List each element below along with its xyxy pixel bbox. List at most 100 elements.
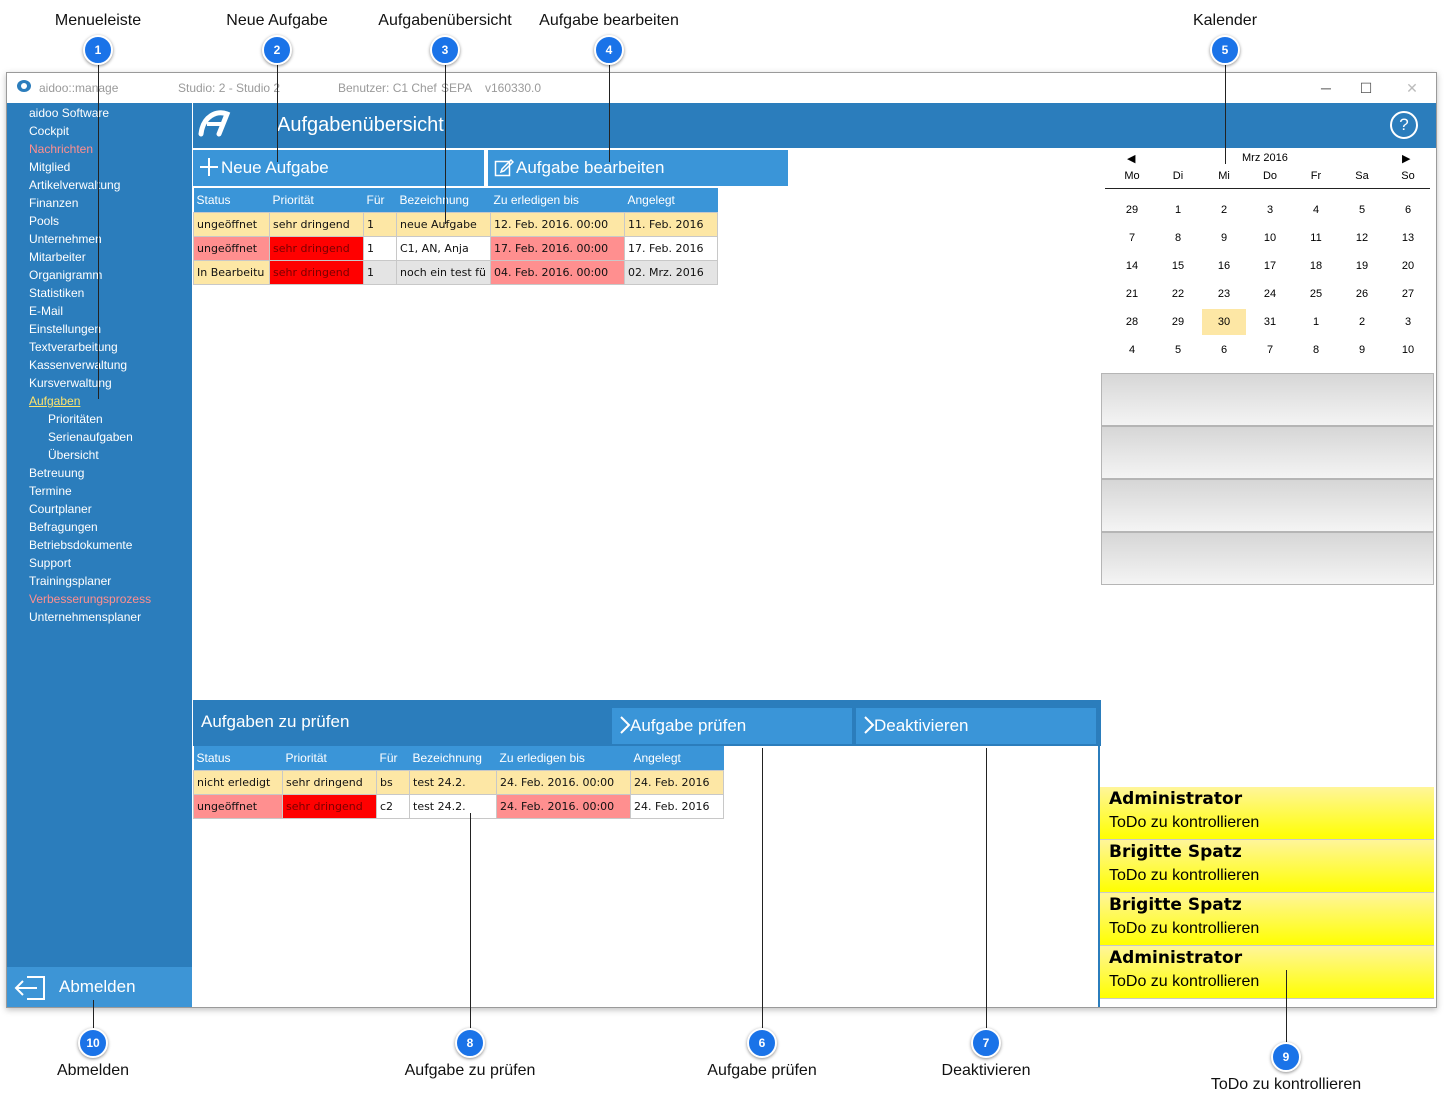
column-header-status[interactable]: Status xyxy=(193,746,283,770)
column-header-status[interactable]: Status xyxy=(193,188,270,212)
edit-task-button[interactable]: Aufgabe bearbeiten xyxy=(488,150,788,186)
sidebar-item-finanzen[interactable]: Finanzen xyxy=(29,196,78,210)
calendar-day[interactable]: 17 xyxy=(1248,253,1292,279)
column-header-bezeichnung[interactable]: Bezeichnung xyxy=(409,746,497,770)
sidebar-item-kursverwaltung[interactable]: Kursverwaltung xyxy=(29,376,112,390)
calendar-day[interactable]: 2 xyxy=(1340,309,1384,335)
sidebar-item-organigramm[interactable]: Organigramm xyxy=(29,268,102,282)
calendar-day[interactable]: 19 xyxy=(1340,253,1384,279)
calendar-day[interactable]: 27 xyxy=(1386,281,1430,307)
help-button[interactable]: ? xyxy=(1390,111,1418,139)
calendar-day[interactable]: 10 xyxy=(1248,225,1292,251)
minimize-button[interactable]: ─ xyxy=(1304,77,1348,99)
calendar-day[interactable]: 13 xyxy=(1386,225,1430,251)
sidebar-item-mitglied[interactable]: Mitglied xyxy=(29,160,70,174)
calendar-day[interactable]: 16 xyxy=(1202,253,1246,279)
sidebar-item-unternehmensplaner[interactable]: Unternehmensplaner xyxy=(29,610,141,624)
sidebar-item-textverarbeitung[interactable]: Textverarbeitung xyxy=(29,340,118,354)
column-header-angelegt[interactable]: Angelegt xyxy=(630,746,724,770)
calendar-day[interactable]: 6 xyxy=(1202,337,1246,363)
sidebar-item-nachrichten[interactable]: Nachrichten xyxy=(29,142,93,156)
sidebar-item-mitarbeiter[interactable]: Mitarbeiter xyxy=(29,250,86,264)
sidebar-item-betreuung[interactable]: Betreuung xyxy=(29,466,84,480)
calendar-day[interactable]: 15 xyxy=(1156,253,1200,279)
calendar-day[interactable]: 11 xyxy=(1294,225,1338,251)
calendar-day[interactable]: 8 xyxy=(1156,225,1200,251)
calendar-day[interactable]: 5 xyxy=(1340,197,1384,223)
todo-item[interactable]: Brigitte Spatz ToDo zu kontrollieren xyxy=(1100,840,1434,893)
sidebar-item-verbesserungsprozess[interactable]: Verbesserungsprozess xyxy=(29,592,151,606)
calendar-day[interactable]: 20 xyxy=(1386,253,1430,279)
calendar-day[interactable]: 10 xyxy=(1386,337,1430,363)
sidebar-subitem-serienaufgaben[interactable]: Serienaufgaben xyxy=(48,430,133,444)
sidebar-item-artikelverwaltung[interactable]: Artikelverwaltung xyxy=(29,178,120,192)
column-header-faellig[interactable]: Zu erledigen bis xyxy=(496,746,631,770)
calendar-day[interactable]: 6 xyxy=(1386,197,1430,223)
sidebar-item-kassenverwaltung[interactable]: Kassenverwaltung xyxy=(29,358,127,372)
calendar-day[interactable]: 24 xyxy=(1248,281,1292,307)
sidebar-item-cockpit[interactable]: Cockpit xyxy=(29,124,69,138)
calendar-next-button[interactable]: ▶ xyxy=(1402,152,1410,165)
calendar-day[interactable]: 2 xyxy=(1202,197,1246,223)
calendar-day[interactable]: 21 xyxy=(1110,281,1154,307)
deactivate-button[interactable]: Deaktivieren xyxy=(856,708,1096,744)
sidebar-subitem-prioritaeten[interactable]: Prioritäten xyxy=(48,412,103,426)
calendar-day[interactable]: 8 xyxy=(1294,337,1338,363)
calendar-prev-button[interactable]: ◀ xyxy=(1127,152,1135,165)
calendar-day[interactable]: 26 xyxy=(1340,281,1384,307)
todo-item[interactable]: Administrator ToDo zu kontrollieren xyxy=(1100,787,1434,840)
calendar-day[interactable]: 23 xyxy=(1202,281,1246,307)
sidebar-item-befragungen[interactable]: Befragungen xyxy=(29,520,98,534)
sidebar-item-courtplaner[interactable]: Courtplaner xyxy=(29,502,92,516)
logout-button[interactable]: Abmelden xyxy=(7,967,192,1007)
calendar-day[interactable]: 1 xyxy=(1156,197,1200,223)
close-button[interactable]: ✕ xyxy=(1390,77,1434,99)
side-panel-button[interactable] xyxy=(1101,373,1434,426)
calendar-day[interactable]: 9 xyxy=(1202,225,1246,251)
column-header-faellig[interactable]: Zu erledigen bis xyxy=(490,188,625,212)
sidebar-item-statistiken[interactable]: Statistiken xyxy=(29,286,84,300)
sidebar-item-email[interactable]: E-Mail xyxy=(29,304,63,318)
sidebar-item-aufgaben[interactable]: Aufgaben xyxy=(29,394,80,408)
calendar-day[interactable]: 5 xyxy=(1156,337,1200,363)
side-panel-button[interactable] xyxy=(1101,479,1434,532)
calendar-day[interactable]: 3 xyxy=(1386,309,1430,335)
sidebar-item-unternehmen[interactable]: Unternehmen xyxy=(29,232,102,246)
column-header-bezeichnung[interactable]: Bezeichnung xyxy=(396,188,491,212)
sidebar-item-termine[interactable]: Termine xyxy=(29,484,72,498)
calendar-day[interactable]: 4 xyxy=(1294,197,1338,223)
sidebar-item-support[interactable]: Support xyxy=(29,556,71,570)
column-header-prioritaet[interactable]: Priorität xyxy=(282,746,377,770)
sidebar-item-einstellungen[interactable]: Einstellungen xyxy=(29,322,101,336)
calendar-day[interactable]: 28 xyxy=(1110,309,1154,335)
calendar-day[interactable]: 22 xyxy=(1156,281,1200,307)
column-header-angelegt[interactable]: Angelegt xyxy=(624,188,718,212)
column-header-fuer[interactable]: Für xyxy=(376,746,410,770)
calendar-day[interactable]: 29 xyxy=(1156,309,1200,335)
table-row[interactable]: ungeöffnet sehr dringend 1 C1, AN, Anja … xyxy=(193,235,718,261)
new-task-button[interactable]: Neue Aufgabe xyxy=(193,150,484,186)
table-row[interactable]: ungeöffnet sehr dringend c2 test 24.2. 2… xyxy=(193,793,724,819)
side-panel-button[interactable] xyxy=(1101,532,1434,585)
column-header-prioritaet[interactable]: Priorität xyxy=(269,188,364,212)
calendar-day[interactable]: 9 xyxy=(1340,337,1384,363)
todo-item[interactable]: Administrator ToDo zu kontrollieren xyxy=(1100,946,1434,999)
calendar-day[interactable]: 1 xyxy=(1294,309,1338,335)
calendar-day[interactable]: 7 xyxy=(1248,337,1292,363)
sidebar-item-pools[interactable]: Pools xyxy=(29,214,59,228)
calendar-day[interactable]: 18 xyxy=(1294,253,1338,279)
column-header-fuer[interactable]: Für xyxy=(363,188,397,212)
check-task-button[interactable]: Aufgabe prüfen xyxy=(612,708,852,744)
todo-item[interactable]: Brigitte Spatz ToDo zu kontrollieren xyxy=(1100,893,1434,946)
table-row[interactable]: nicht erledigt sehr dringend bs test 24.… xyxy=(193,769,724,795)
sidebar-item-trainingsplaner[interactable]: Trainingsplaner xyxy=(29,574,111,588)
calendar-day[interactable]: 25 xyxy=(1294,281,1338,307)
calendar-day[interactable]: 4 xyxy=(1110,337,1154,363)
calendar-day[interactable]: 30 xyxy=(1202,309,1246,335)
side-panel-button[interactable] xyxy=(1101,426,1434,479)
calendar-day[interactable]: 3 xyxy=(1248,197,1292,223)
calendar-day[interactable]: 31 xyxy=(1248,309,1292,335)
calendar-day[interactable]: 7 xyxy=(1110,225,1154,251)
calendar-day[interactable]: 12 xyxy=(1340,225,1384,251)
calendar-day[interactable]: 14 xyxy=(1110,253,1154,279)
